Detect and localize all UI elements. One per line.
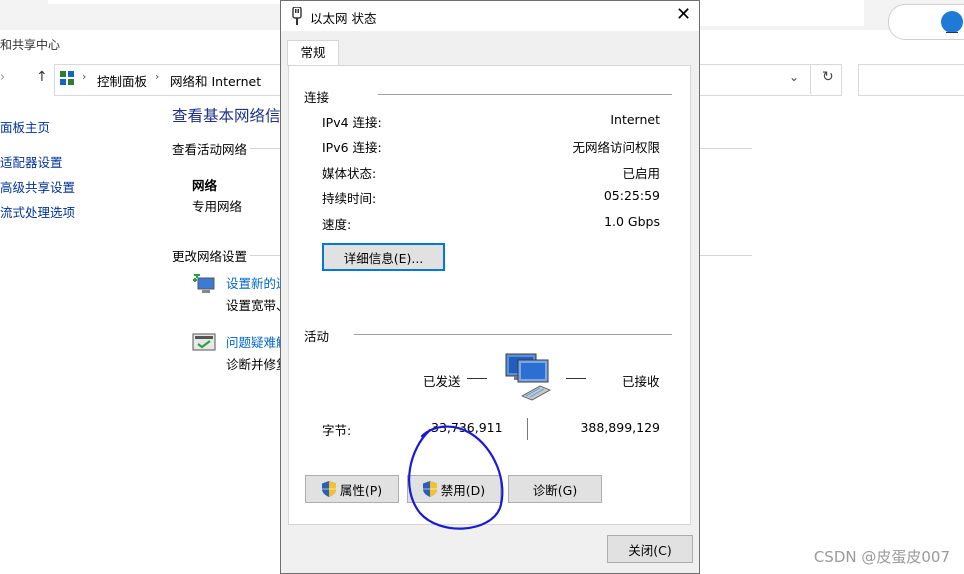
sidebar-item-streaming[interactable]: 流式处理选项 xyxy=(0,202,75,221)
minimize-icon[interactable] xyxy=(946,32,958,33)
divider xyxy=(810,64,811,94)
diagnose-button[interactable]: 诊断(G) xyxy=(508,475,602,503)
sidebar-item-adapter-settings[interactable]: 适配器设置 xyxy=(0,152,63,171)
divider xyxy=(250,148,280,149)
close-icon[interactable]: ✕ xyxy=(676,4,691,25)
ethernet-plug-icon xyxy=(292,7,302,25)
properties-button[interactable]: 属性(P) xyxy=(305,475,399,503)
bytes-label: 字节: xyxy=(322,423,352,438)
diagnose-button-label: 诊断(G) xyxy=(532,482,578,498)
close-button-label: 关闭(C) xyxy=(628,542,672,558)
bytes-divider xyxy=(527,418,528,440)
top-edge-right xyxy=(700,0,864,26)
window-title: 和共享中心 xyxy=(0,38,61,52)
dialog-title: 以太网 状态 xyxy=(310,11,377,26)
ipv4-value: Internet xyxy=(610,112,660,127)
breadcrumb-network-internet[interactable]: 网络和 Internet xyxy=(170,71,261,90)
uac-shield-icon xyxy=(321,481,336,497)
divider xyxy=(378,94,672,95)
network-type: 专用网络 xyxy=(192,199,243,214)
media-state-label: 媒体状态: xyxy=(322,166,377,181)
speed-value: 1.0 Gbps xyxy=(604,214,660,229)
search-input[interactable] xyxy=(858,64,964,96)
bytes-received-value: 388,899,129 xyxy=(580,420,660,435)
details-button-label: 详细信息(E)... xyxy=(343,250,424,266)
received-label: 已接收 xyxy=(622,374,660,389)
ipv4-label: IPv4 连接: xyxy=(322,115,382,130)
received-dash xyxy=(566,378,586,379)
details-button[interactable]: 详细信息(E)... xyxy=(322,243,445,271)
sent-dash xyxy=(467,378,487,379)
ipv6-label: IPv6 连接: xyxy=(322,140,382,155)
connection-group-label: 连接 xyxy=(304,90,330,105)
section-change-settings: 更改网络设置 xyxy=(172,249,248,264)
tab-general[interactable]: 常规 xyxy=(287,40,339,66)
sidebar-item-advanced-sharing[interactable]: 高级共享设置 xyxy=(0,177,75,196)
duration-value: 05:25:59 xyxy=(603,188,660,203)
refresh-icon[interactable]: ↻ xyxy=(822,69,834,85)
forward-arrow-icon[interactable]: › xyxy=(0,70,5,85)
up-arrow-icon[interactable]: ↑ xyxy=(36,69,48,85)
sent-label: 已发送 xyxy=(423,374,461,389)
breadcrumb-separator-icon: › xyxy=(155,70,160,83)
top-edge xyxy=(48,0,280,4)
network-computers-icon xyxy=(505,353,551,401)
divider xyxy=(354,334,672,335)
breadcrumb-separator-icon: › xyxy=(82,70,87,83)
speed-label: 速度: xyxy=(322,217,352,232)
duration-label: 持续时间: xyxy=(322,191,377,206)
page-title: 查看基本网络信 xyxy=(172,107,281,125)
properties-button-label: 属性(P) xyxy=(339,482,383,498)
chevron-down-icon[interactable]: ⌄ xyxy=(789,70,799,84)
ipv6-value: 无网络访问权限 xyxy=(572,140,660,155)
close-button[interactable]: 关闭(C) xyxy=(607,535,693,563)
new-connection-icon xyxy=(193,274,215,293)
troubleshoot-icon xyxy=(192,333,216,351)
control-panel-icon xyxy=(60,71,74,85)
network-name: 网络 xyxy=(192,178,218,193)
breadcrumb-control-panel[interactable]: 控制面板 xyxy=(97,71,147,90)
sidebar-item-home[interactable]: 面板主页 xyxy=(0,117,50,136)
watermark: CSDN @皮蛋皮007 xyxy=(813,548,950,566)
media-state-value: 已启用 xyxy=(622,166,660,181)
divider xyxy=(700,148,752,149)
divider xyxy=(700,255,752,256)
annotation-circle xyxy=(408,425,504,530)
avatar[interactable] xyxy=(941,11,963,33)
activity-group-label: 活动 xyxy=(304,329,330,344)
divider xyxy=(250,255,280,256)
section-active-networks: 查看活动网络 xyxy=(172,142,248,157)
